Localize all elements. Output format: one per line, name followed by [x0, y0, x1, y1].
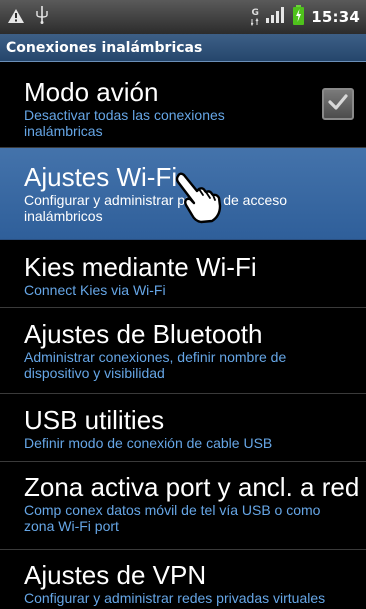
airplane-mode-checkbox[interactable] [322, 88, 354, 120]
battery-charging-icon [293, 5, 305, 29]
setting-title: Kies mediante Wi-Fi [24, 252, 257, 282]
checkmark-icon [328, 93, 348, 115]
signal-icon [266, 7, 286, 27]
setting-title: Ajustes de VPN [24, 560, 207, 590]
hand-pointer-icon [172, 170, 224, 224]
usb-icon [36, 6, 48, 28]
setting-title: Ajustes de Bluetooth [24, 319, 263, 349]
warning-icon [8, 8, 24, 27]
screen-title: Conexiones inalámbricas [6, 39, 203, 56]
setting-title: USB utilities [24, 405, 165, 435]
setting-title: Modo avión [24, 77, 159, 107]
setting-subtitle: Definir modo de conexión de cable USB [24, 435, 273, 451]
settings-list: Modo avión Desactivar todas las conexion… [0, 62, 366, 609]
setting-usb-utilities[interactable]: USB utilities Definir modo de conexión d… [0, 394, 366, 462]
setting-tethering-hotspot[interactable]: Zona activa port y ancl. a red Comp cone… [0, 462, 366, 550]
setting-subtitle: Configurar y administrar redes privadas … [24, 590, 326, 606]
setting-subtitle: Administrar conexiones, definir nombre d… [24, 349, 287, 381]
setting-vpn[interactable]: Ajustes de VPN Configurar y administrar … [0, 550, 366, 609]
setting-title: Zona activa port y ancl. a red [24, 472, 360, 502]
status-bar: G 15:34 [0, 0, 366, 34]
setting-subtitle: Desactivar todas las conexiones inalámbr… [24, 107, 225, 139]
setting-bluetooth[interactable]: Ajustes de Bluetooth Administrar conexio… [0, 308, 366, 394]
phone-screen: G 15:34 Conexiones inalámbricas Modo avi… [0, 0, 366, 609]
setting-subtitle: Connect Kies via Wi-Fi [24, 282, 166, 298]
clock-time: 15:34 [311, 8, 360, 26]
setting-subtitle: Comp conex datos móvil de tel vía USB o … [24, 502, 321, 534]
setting-kies-wifi[interactable]: Kies mediante Wi-Fi Connect Kies via Wi-… [0, 240, 366, 308]
network-type-label: G [251, 7, 259, 18]
network-type-icon: G [251, 7, 259, 26]
screen-title-bar: Conexiones inalámbricas [0, 34, 366, 62]
setting-airplane-mode[interactable]: Modo avión Desactivar todas las conexion… [0, 62, 366, 148]
